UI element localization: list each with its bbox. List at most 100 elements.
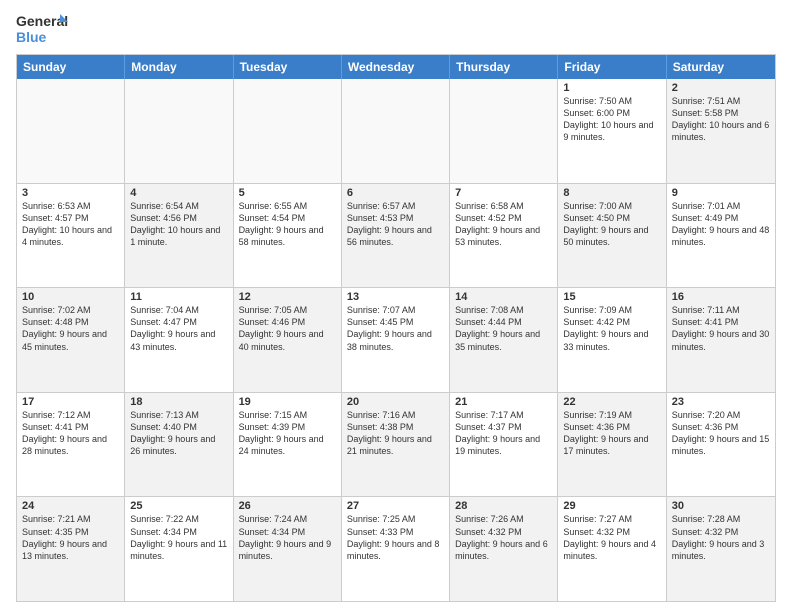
calendar-cell-empty-0-4 — [450, 79, 558, 183]
calendar-row-4: 24Sunrise: 7:21 AM Sunset: 4:35 PM Dayli… — [17, 496, 775, 601]
day-number: 2 — [672, 82, 770, 94]
calendar-cell-day-9: 9Sunrise: 7:01 AM Sunset: 4:49 PM Daylig… — [667, 184, 775, 288]
day-number: 18 — [130, 396, 227, 408]
day-info: Sunrise: 7:11 AM Sunset: 4:41 PM Dayligh… — [672, 304, 770, 353]
day-number: 21 — [455, 396, 552, 408]
calendar: SundayMondayTuesdayWednesdayThursdayFrid… — [16, 54, 776, 602]
calendar-row-2: 10Sunrise: 7:02 AM Sunset: 4:48 PM Dayli… — [17, 287, 775, 392]
day-number: 11 — [130, 291, 227, 303]
calendar-cell-day-2: 2Sunrise: 7:51 AM Sunset: 5:58 PM Daylig… — [667, 79, 775, 183]
calendar-cell-empty-0-2 — [234, 79, 342, 183]
calendar-cell-day-13: 13Sunrise: 7:07 AM Sunset: 4:45 PM Dayli… — [342, 288, 450, 392]
calendar-cell-day-3: 3Sunrise: 6:53 AM Sunset: 4:57 PM Daylig… — [17, 184, 125, 288]
day-number: 26 — [239, 500, 336, 512]
day-number: 15 — [563, 291, 660, 303]
day-info: Sunrise: 7:12 AM Sunset: 4:41 PM Dayligh… — [22, 409, 119, 458]
calendar-cell-day-14: 14Sunrise: 7:08 AM Sunset: 4:44 PM Dayli… — [450, 288, 558, 392]
svg-text:Blue: Blue — [16, 29, 47, 45]
calendar-cell-day-29: 29Sunrise: 7:27 AM Sunset: 4:32 PM Dayli… — [558, 497, 666, 601]
calendar-cell-day-11: 11Sunrise: 7:04 AM Sunset: 4:47 PM Dayli… — [125, 288, 233, 392]
day-header-saturday: Saturday — [667, 55, 775, 79]
day-info: Sunrise: 7:20 AM Sunset: 4:36 PM Dayligh… — [672, 409, 770, 458]
calendar-cell-empty-0-1 — [125, 79, 233, 183]
day-info: Sunrise: 7:13 AM Sunset: 4:40 PM Dayligh… — [130, 409, 227, 458]
calendar-cell-day-4: 4Sunrise: 6:54 AM Sunset: 4:56 PM Daylig… — [125, 184, 233, 288]
day-info: Sunrise: 7:04 AM Sunset: 4:47 PM Dayligh… — [130, 304, 227, 353]
day-info: Sunrise: 7:26 AM Sunset: 4:32 PM Dayligh… — [455, 513, 552, 562]
day-info: Sunrise: 7:22 AM Sunset: 4:34 PM Dayligh… — [130, 513, 227, 562]
day-info: Sunrise: 6:57 AM Sunset: 4:53 PM Dayligh… — [347, 200, 444, 249]
calendar-cell-day-1: 1Sunrise: 7:50 AM Sunset: 6:00 PM Daylig… — [558, 79, 666, 183]
day-info: Sunrise: 7:00 AM Sunset: 4:50 PM Dayligh… — [563, 200, 660, 249]
calendar-cell-day-26: 26Sunrise: 7:24 AM Sunset: 4:34 PM Dayli… — [234, 497, 342, 601]
calendar-row-3: 17Sunrise: 7:12 AM Sunset: 4:41 PM Dayli… — [17, 392, 775, 497]
day-info: Sunrise: 7:01 AM Sunset: 4:49 PM Dayligh… — [672, 200, 770, 249]
calendar-cell-day-16: 16Sunrise: 7:11 AM Sunset: 4:41 PM Dayli… — [667, 288, 775, 392]
day-number: 24 — [22, 500, 119, 512]
calendar-cell-day-6: 6Sunrise: 6:57 AM Sunset: 4:53 PM Daylig… — [342, 184, 450, 288]
day-number: 5 — [239, 187, 336, 199]
day-number: 9 — [672, 187, 770, 199]
day-number: 4 — [130, 187, 227, 199]
day-info: Sunrise: 7:07 AM Sunset: 4:45 PM Dayligh… — [347, 304, 444, 353]
calendar-cell-day-30: 30Sunrise: 7:28 AM Sunset: 4:32 PM Dayli… — [667, 497, 775, 601]
day-number: 28 — [455, 500, 552, 512]
day-info: Sunrise: 7:50 AM Sunset: 6:00 PM Dayligh… — [563, 95, 660, 144]
page: GeneralBlue SundayMondayTuesdayWednesday… — [0, 0, 792, 612]
day-header-wednesday: Wednesday — [342, 55, 450, 79]
calendar-cell-day-22: 22Sunrise: 7:19 AM Sunset: 4:36 PM Dayli… — [558, 393, 666, 497]
calendar-body: 1Sunrise: 7:50 AM Sunset: 6:00 PM Daylig… — [17, 79, 775, 601]
day-info: Sunrise: 7:25 AM Sunset: 4:33 PM Dayligh… — [347, 513, 444, 562]
day-number: 17 — [22, 396, 119, 408]
calendar-row-0: 1Sunrise: 7:50 AM Sunset: 6:00 PM Daylig… — [17, 79, 775, 183]
day-number: 27 — [347, 500, 444, 512]
day-info: Sunrise: 6:54 AM Sunset: 4:56 PM Dayligh… — [130, 200, 227, 249]
calendar-cell-day-8: 8Sunrise: 7:00 AM Sunset: 4:50 PM Daylig… — [558, 184, 666, 288]
day-header-friday: Friday — [558, 55, 666, 79]
calendar-row-1: 3Sunrise: 6:53 AM Sunset: 4:57 PM Daylig… — [17, 183, 775, 288]
day-info: Sunrise: 6:55 AM Sunset: 4:54 PM Dayligh… — [239, 200, 336, 249]
day-header-monday: Monday — [125, 55, 233, 79]
day-info: Sunrise: 6:53 AM Sunset: 4:57 PM Dayligh… — [22, 200, 119, 249]
day-info: Sunrise: 7:24 AM Sunset: 4:34 PM Dayligh… — [239, 513, 336, 562]
day-info: Sunrise: 7:27 AM Sunset: 4:32 PM Dayligh… — [563, 513, 660, 562]
day-number: 20 — [347, 396, 444, 408]
day-number: 1 — [563, 82, 660, 94]
calendar-cell-day-19: 19Sunrise: 7:15 AM Sunset: 4:39 PM Dayli… — [234, 393, 342, 497]
day-info: Sunrise: 7:02 AM Sunset: 4:48 PM Dayligh… — [22, 304, 119, 353]
calendar-cell-day-10: 10Sunrise: 7:02 AM Sunset: 4:48 PM Dayli… — [17, 288, 125, 392]
day-header-tuesday: Tuesday — [234, 55, 342, 79]
calendar-cell-day-28: 28Sunrise: 7:26 AM Sunset: 4:32 PM Dayli… — [450, 497, 558, 601]
day-number: 23 — [672, 396, 770, 408]
day-info: Sunrise: 7:05 AM Sunset: 4:46 PM Dayligh… — [239, 304, 336, 353]
day-number: 25 — [130, 500, 227, 512]
logo-svg: GeneralBlue — [16, 12, 68, 46]
calendar-cell-day-27: 27Sunrise: 7:25 AM Sunset: 4:33 PM Dayli… — [342, 497, 450, 601]
day-number: 3 — [22, 187, 119, 199]
day-number: 7 — [455, 187, 552, 199]
day-info: Sunrise: 7:16 AM Sunset: 4:38 PM Dayligh… — [347, 409, 444, 458]
day-info: Sunrise: 7:08 AM Sunset: 4:44 PM Dayligh… — [455, 304, 552, 353]
day-header-sunday: Sunday — [17, 55, 125, 79]
day-info: Sunrise: 7:09 AM Sunset: 4:42 PM Dayligh… — [563, 304, 660, 353]
day-info: Sunrise: 7:15 AM Sunset: 4:39 PM Dayligh… — [239, 409, 336, 458]
calendar-cell-day-5: 5Sunrise: 6:55 AM Sunset: 4:54 PM Daylig… — [234, 184, 342, 288]
calendar-cell-empty-0-0 — [17, 79, 125, 183]
day-number: 6 — [347, 187, 444, 199]
calendar-cell-day-21: 21Sunrise: 7:17 AM Sunset: 4:37 PM Dayli… — [450, 393, 558, 497]
calendar-cell-day-17: 17Sunrise: 7:12 AM Sunset: 4:41 PM Dayli… — [17, 393, 125, 497]
calendar-cell-day-12: 12Sunrise: 7:05 AM Sunset: 4:46 PM Dayli… — [234, 288, 342, 392]
calendar-cell-day-20: 20Sunrise: 7:16 AM Sunset: 4:38 PM Dayli… — [342, 393, 450, 497]
day-number: 10 — [22, 291, 119, 303]
day-info: Sunrise: 7:21 AM Sunset: 4:35 PM Dayligh… — [22, 513, 119, 562]
day-number: 29 — [563, 500, 660, 512]
day-number: 13 — [347, 291, 444, 303]
calendar-cell-day-24: 24Sunrise: 7:21 AM Sunset: 4:35 PM Dayli… — [17, 497, 125, 601]
day-number: 14 — [455, 291, 552, 303]
day-number: 12 — [239, 291, 336, 303]
day-info: Sunrise: 7:19 AM Sunset: 4:36 PM Dayligh… — [563, 409, 660, 458]
day-info: Sunrise: 7:28 AM Sunset: 4:32 PM Dayligh… — [672, 513, 770, 562]
day-number: 8 — [563, 187, 660, 199]
calendar-cell-day-7: 7Sunrise: 6:58 AM Sunset: 4:52 PM Daylig… — [450, 184, 558, 288]
day-info: Sunrise: 6:58 AM Sunset: 4:52 PM Dayligh… — [455, 200, 552, 249]
